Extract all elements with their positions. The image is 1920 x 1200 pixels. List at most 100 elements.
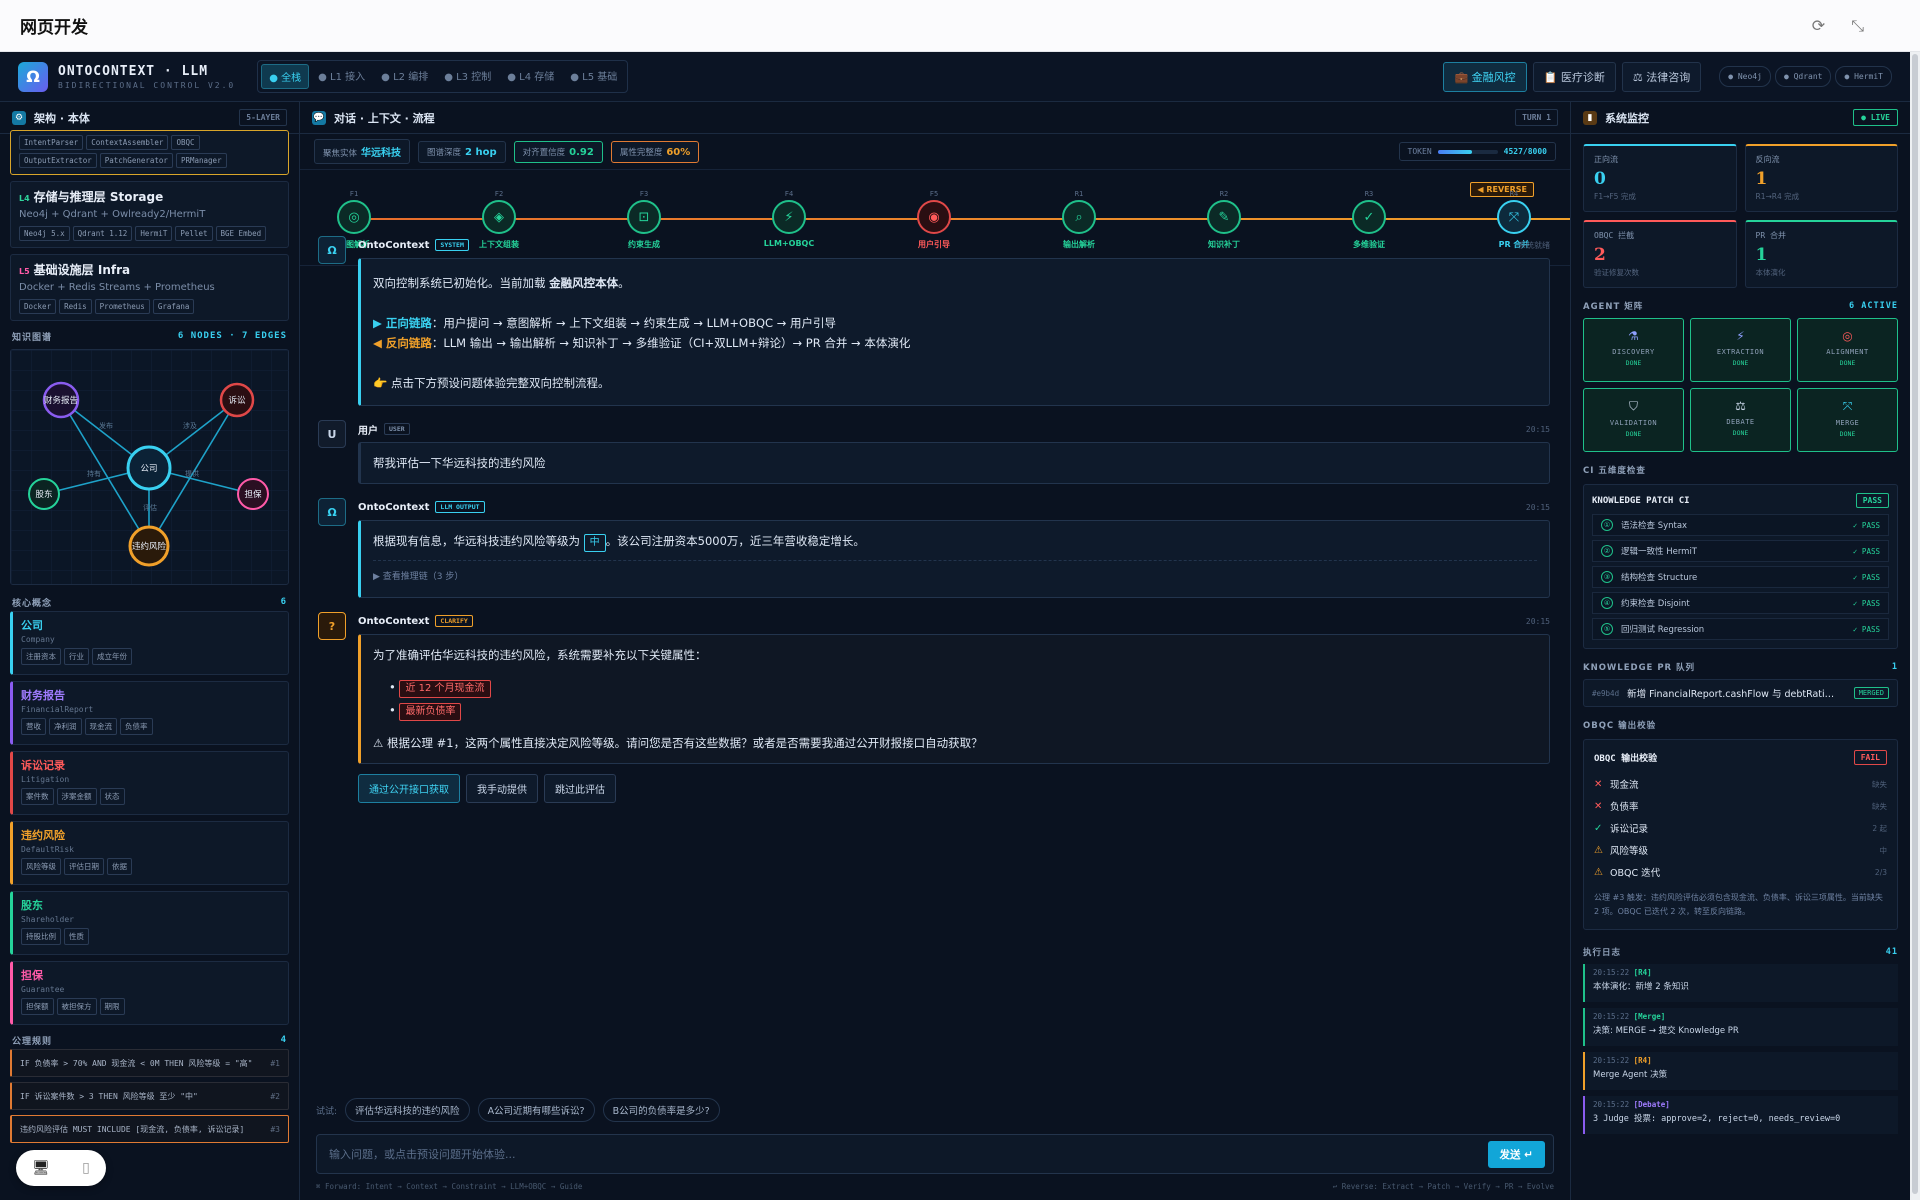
desktop-icon[interactable]: 🖥 (32, 1160, 50, 1176)
chip: OBQC (171, 135, 200, 150)
ci-check-row: ③ 结构检查 Structure ✓ PASS (1592, 566, 1889, 588)
axiom-rule[interactable]: IF 诉讼案件数 > 3 THEN 风险等级 至少 "中" #2 (10, 1082, 289, 1110)
attr-chip: 依据 (107, 858, 132, 875)
concept-card-financial-report[interactable]: 财务报告 FinancialReport 营收 净利润 现金流 负债率 (10, 681, 289, 745)
ci-check-result: ✓ PASS (1852, 624, 1880, 634)
tab-layer-l2[interactable]: ● L2 编排 (374, 64, 435, 89)
chip: ContextAssembler (86, 135, 169, 150)
agent-validation[interactable]: ⛉ VALIDATION DONE (1583, 388, 1684, 452)
service-neo4j: ● Neo4j (1719, 66, 1771, 87)
agent-alignment[interactable]: ◎ ALIGNMENT DONE (1797, 318, 1898, 382)
obqc-status-badge: FAIL (1853, 750, 1887, 765)
refresh-icon[interactable]: ⟳ (1812, 16, 1825, 36)
agent-discovery[interactable]: ⚗ DISCOVERY DONE (1583, 318, 1684, 382)
attr-chip: 现金流 (84, 718, 117, 735)
axiom-no: #2 (270, 1091, 280, 1101)
message-clarify: ? OntoContext CLARIFY 20:15 为了准确评估华远科技的违… (318, 612, 1550, 803)
domain-legal-button[interactable]: ⚖ 法律咨询 (1621, 61, 1702, 92)
axiom-rule[interactable]: IF 负债率 > 70% AND 现金流 < 0M THEN 风险等级 = "高… (10, 1049, 289, 1077)
mobile-icon[interactable]: ▯ (82, 1160, 90, 1176)
obqc-title: OBQC 输出校验 (1583, 721, 1657, 731)
message-time: 20:15 (1525, 616, 1550, 626)
message-time: 20:15 (1525, 424, 1550, 434)
collapse-icon[interactable]: ⤡ (1851, 16, 1864, 36)
text: ：用户提问 → 意图解析 → 上下文组装 → 约束生成 → LLM+OBQC →… (431, 316, 836, 330)
concept-card-guarantee[interactable]: 担保 Guarantee 担保额 被担保方 期限 (10, 961, 289, 1025)
message-user: U 用户 USER 20:15 帮我评估一下华远科技的违约风险 (318, 420, 1550, 484)
message-llm-output: Ω OntoContext LLM OUTPUT 20:15 根据现有信息，华远… (318, 498, 1550, 598)
domain-finance-button[interactable]: 💼 金融风控 (1443, 61, 1527, 92)
send-button[interactable]: 发送 ↵ (1487, 1140, 1545, 1168)
metric-label: 聚焦实体 (323, 149, 358, 159)
stat-forward: 正向流 0 F1→F5 完成 (1583, 144, 1737, 212)
logo-icon: Ω (18, 61, 48, 92)
role-badge: LLM OUTPUT (435, 501, 485, 513)
tab-layer-all[interactable]: ● 全栈 (261, 64, 310, 89)
concept-card-company[interactable]: 公司 Company 注册资本 行业 成立年份 (10, 611, 289, 675)
log-message: Merge Agent 决策 (1593, 1070, 1668, 1080)
agent-merge[interactable]: ⤧ MERGE DONE (1797, 388, 1898, 452)
suggestion-chip[interactable]: B公司的负债率是多少? (602, 1098, 720, 1122)
role-badge: CLARIFY (435, 615, 473, 627)
knowledge-graph[interactable]: 发布 涉及 持有 提供 评估 财务报告 诉讼 公司 股东 担保 违约风险 (10, 349, 289, 585)
role-badge: SYSTEM (435, 239, 469, 251)
stat-label: OBQC 拦截 (1594, 231, 1635, 240)
chip: OutputExtractor (19, 153, 97, 168)
bot-avatar-icon: Ω (318, 498, 346, 526)
user-avatar-icon: U (318, 420, 346, 448)
suggest-label: 试试: (316, 1106, 338, 1117)
layer-card-l5[interactable]: L5 基础设施层 Infra Docker + Redis Streams + P… (10, 254, 289, 321)
ci-check-result: ✓ PASS (1852, 546, 1880, 556)
agent-name: VALIDATION (1609, 419, 1658, 427)
ci-check-name: 约束检查 Disjoint (1621, 599, 1690, 609)
stat-sub: F1→F5 完成 (1594, 192, 1636, 201)
layer-card-l4[interactable]: L4 存储与推理层 Storage Neo4j + Qdrant + Owlrea… (10, 181, 289, 248)
edge-label: 发布 (99, 421, 113, 430)
chip: Qdrant 1.12 (72, 226, 133, 241)
text: 。 (618, 276, 630, 290)
reasoning-toggle[interactable]: ▶ 查看推理链（3 步） (373, 560, 1537, 587)
suggestion-chip[interactable]: 评估华远科技的违约风险 (345, 1098, 470, 1122)
agent-extraction[interactable]: ⚡ EXTRACTION DONE (1690, 318, 1791, 382)
suggestion-chip[interactable]: A公司近期有哪些诉讼? (477, 1098, 595, 1122)
skip-evaluation-button[interactable]: 跳过此评估 (544, 774, 616, 803)
concept-card-default-risk[interactable]: 违约风险 DefaultRisk 风险等级 评估日期 依据 (10, 821, 289, 885)
chat-input[interactable] (325, 1147, 1488, 1161)
axiom-rule[interactable]: 违约风险评估 MUST INCLUDE [现金流, 负债率, 诉讼记录] #3 (10, 1115, 289, 1143)
tab-layer-l3[interactable]: ● L3 控制 (437, 64, 498, 89)
attr-chip: 性质 (64, 928, 89, 945)
tab-layer-l1[interactable]: ● L1 接入 (311, 64, 372, 89)
scrollbar-thumb[interactable] (1912, 54, 1918, 1194)
agent-name: ALIGNMENT (1826, 348, 1869, 356)
attr-chip: 案件数 (21, 788, 54, 805)
edge-label: 涉及 (183, 421, 197, 430)
agent-debate[interactable]: ⚖ DEBATE DONE (1690, 388, 1791, 452)
pr-title: KNOWLEDGE PR 队列 (1583, 663, 1696, 673)
metric-completeness: 属性完整度 60% (610, 140, 700, 163)
page-scrollbar[interactable] (1910, 52, 1920, 1200)
pr-text: 新增 FinancialReport.cashFlow 与 debtRati… (1627, 689, 1835, 700)
agent-name: EXTRACTION (1716, 348, 1765, 356)
domain-medical-button[interactable]: 📋 医疗诊断 (1532, 61, 1616, 92)
tab-layer-l5[interactable]: ● L5 基础 (563, 64, 624, 89)
text: 为了准确评估华远科技的违约风险，系统需要补充以下关键属性： (373, 648, 707, 662)
brand-sub: BIDIRECTIONAL CONTROL V2.0 (58, 80, 236, 90)
fetch-public-api-button[interactable]: 通过公开接口获取 (358, 774, 460, 803)
axiom-text: 违约风险评估 MUST INCLUDE [现金流, 负债率, 诉讼记录] (20, 1124, 245, 1134)
manual-provide-button[interactable]: 我手动提供 (466, 774, 538, 803)
tab-layer-l4[interactable]: ● L4 存储 (500, 64, 561, 89)
axiom-no: #3 (270, 1124, 280, 1134)
log-section-header: 执行日志 41 (1571, 944, 1910, 960)
agent-state: DONE (1625, 430, 1642, 438)
graph-section-header: 知识图谱 6 NODES · 7 EDGES (0, 327, 299, 345)
ci-check-row: ⑤ 回归测试 Regression ✓ PASS (1592, 618, 1889, 640)
concept-card-litigation[interactable]: 诉讼记录 Litigation 案件数 涉案金额 状态 (10, 751, 289, 815)
obqc-row: ✓ 诉讼记录 2 起 (1594, 817, 1887, 839)
pr-item[interactable]: #e9b4d 新增 FinancialReport.cashFlow 与 deb… (1583, 679, 1898, 707)
concept-card-shareholder[interactable]: 股东 Shareholder 持股比例 性质 (10, 891, 289, 955)
text: 根据现有信息，华远科技违约风险等级为 (373, 534, 584, 548)
warning-text: ⚠ 根据公理 #1，这两个属性直接决定风险等级。请问您是否有这些数据？或者是否需… (373, 736, 983, 750)
device-toggle: 🖥 ▯ (16, 1150, 106, 1186)
axioms-section-header: 公理规则 4 (0, 1031, 299, 1049)
layer-card-l3[interactable]: IntentParser ContextAssembler OBQC Outpu… (10, 130, 289, 175)
